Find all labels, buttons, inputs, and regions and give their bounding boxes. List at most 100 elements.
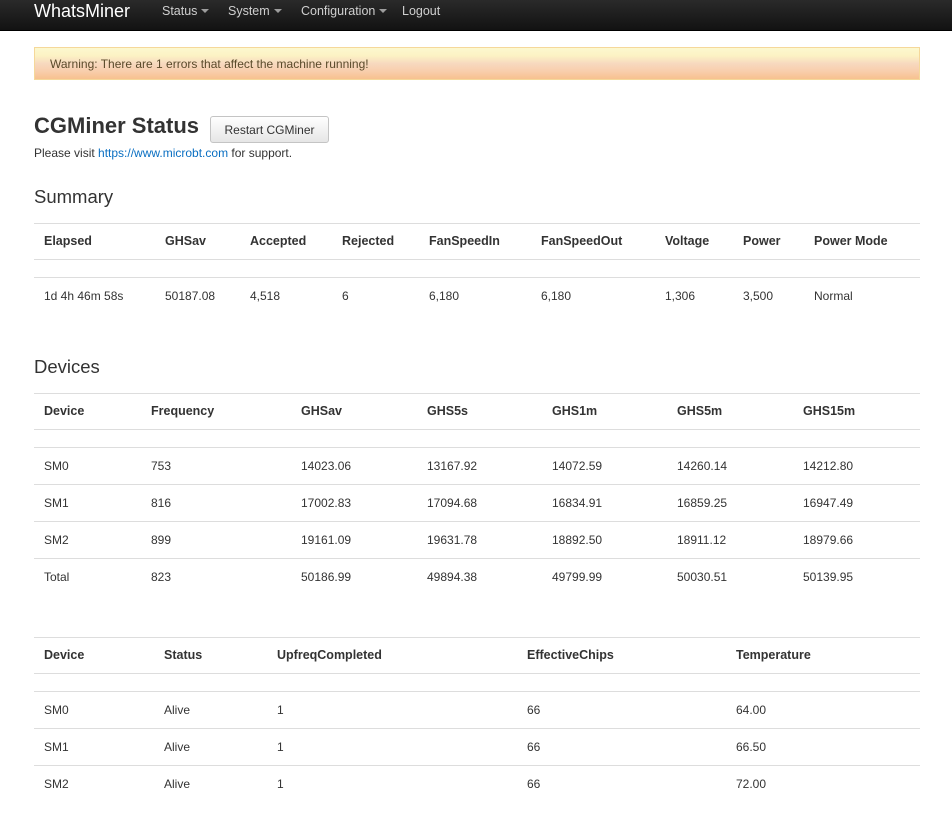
nav-system-label: System <box>228 4 270 18</box>
table-divider <box>34 259 920 260</box>
table-cell: 13167.92 <box>427 459 478 473</box>
table-cell: Alive <box>164 703 191 717</box>
warning-alert: Warning: There are 1 errors that affect … <box>34 47 920 80</box>
table-cell: 19161.09 <box>301 533 352 547</box>
table-cell: SM1 <box>44 740 69 754</box>
table-cell: 816 <box>151 496 172 510</box>
chevron-down-icon <box>201 8 210 13</box>
table-divider <box>34 429 920 430</box>
support-suffix: for support. <box>228 146 293 160</box>
column-header: Temperature <box>736 648 811 662</box>
column-header: FanSpeedOut <box>541 234 623 248</box>
column-header: GHSav <box>165 234 206 248</box>
nav-status-menu[interactable]: Status <box>162 0 210 22</box>
table-cell: 49894.38 <box>427 570 478 584</box>
table-divider <box>34 223 920 224</box>
column-header: Device <box>44 404 85 418</box>
column-header: Accepted <box>250 234 307 248</box>
brand-logo[interactable]: WhatsMiner <box>34 0 130 24</box>
column-header: GHSav <box>301 404 342 418</box>
table-cell: 72.00 <box>736 777 767 791</box>
nav-system-menu[interactable]: System <box>228 0 282 22</box>
table-cell: 1 <box>277 703 284 717</box>
table-divider <box>34 521 920 522</box>
support-prefix: Please visit <box>34 146 99 160</box>
table-cell: SM2 <box>44 533 69 547</box>
table-cell: 14212.80 <box>803 459 854 473</box>
table-cell: 16947.49 <box>803 496 854 510</box>
column-header: Voltage <box>665 234 710 248</box>
table-cell: 16859.25 <box>677 496 728 510</box>
table-cell: SM2 <box>44 777 69 791</box>
table-cell: 50187.08 <box>165 289 216 303</box>
column-header: GHS5s <box>427 404 468 418</box>
table-cell: 1 <box>277 740 284 754</box>
table-divider <box>34 765 920 766</box>
table-cell: 3,500 <box>743 289 774 303</box>
chevron-down-icon <box>379 8 388 13</box>
table-cell: 50186.99 <box>301 570 352 584</box>
table-cell: 14260.14 <box>677 459 728 473</box>
column-header: GHS15m <box>803 404 856 418</box>
nav-status-label: Status <box>162 4 198 18</box>
table-cell: Normal <box>814 289 853 303</box>
table-cell: 753 <box>151 459 172 473</box>
devices-heading: Devices <box>34 356 100 377</box>
table-divider <box>34 728 920 729</box>
nav-configuration-menu[interactable]: Configuration <box>301 0 388 22</box>
table-cell: 18911.12 <box>677 533 727 547</box>
table-cell: 1 <box>277 777 284 791</box>
support-link[interactable]: https://www.microbt.com <box>98 146 228 160</box>
chevron-down-icon <box>273 8 282 13</box>
table-cell: 14072.59 <box>552 459 603 473</box>
table-divider <box>34 637 920 638</box>
table-cell: 66.50 <box>736 740 767 754</box>
support-text: Please visit https://www.microbt.com for… <box>34 146 292 160</box>
table-cell: 66 <box>527 740 541 754</box>
table-divider <box>34 691 920 692</box>
column-header: FanSpeedIn <box>429 234 500 248</box>
table-cell: 66 <box>527 703 541 717</box>
column-header: Power Mode <box>814 234 888 248</box>
table-cell: 50030.51 <box>677 570 728 584</box>
nav-configuration-label: Configuration <box>301 4 376 18</box>
table-cell: 17002.83 <box>301 496 352 510</box>
table-divider <box>34 447 920 448</box>
table-cell: SM0 <box>44 703 69 717</box>
table-cell: SM0 <box>44 459 69 473</box>
column-header: Device <box>44 648 85 662</box>
summary-heading: Summary <box>34 186 114 207</box>
column-header: Elapsed <box>44 234 92 248</box>
column-header: GHS1m <box>552 404 598 418</box>
page-title: CGMiner Status <box>34 113 200 138</box>
table-cell: 18979.66 <box>803 533 854 547</box>
table-cell: Alive <box>164 740 191 754</box>
table-divider <box>34 277 920 278</box>
table-cell: 6 <box>342 289 349 303</box>
warning-alert-text: Warning: There are 1 errors that affect … <box>50 57 369 71</box>
column-header: Status <box>164 648 203 662</box>
table-cell: 19631.78 <box>427 533 478 547</box>
nav-logout-link[interactable]: Logout <box>402 0 440 22</box>
column-header: Frequency <box>151 404 215 418</box>
table-divider <box>34 393 920 394</box>
table-cell: Alive <box>164 777 191 791</box>
table-cell: 18892.50 <box>552 533 603 547</box>
table-cell: 49799.99 <box>552 570 603 584</box>
column-header: EffectiveChips <box>527 648 614 662</box>
column-header: Rejected <box>342 234 395 248</box>
table-cell: Total <box>44 570 70 584</box>
table-cell: 4,518 <box>250 289 281 303</box>
table-cell: 6,180 <box>541 289 572 303</box>
restart-cgminer-button[interactable]: Restart CGMiner <box>210 116 329 143</box>
table-cell: 50139.95 <box>803 570 854 584</box>
table-cell: 16834.91 <box>552 496 603 510</box>
table-cell: SM1 <box>44 496 69 510</box>
table-cell: 1,306 <box>665 289 696 303</box>
table-cell: 1d 4h 46m 58s <box>44 289 124 303</box>
table-divider <box>34 484 920 485</box>
table-cell: 64.00 <box>736 703 767 717</box>
column-header: GHS5m <box>677 404 723 418</box>
column-header: UpfreqCompleted <box>277 648 382 662</box>
column-header: Power <box>743 234 781 248</box>
